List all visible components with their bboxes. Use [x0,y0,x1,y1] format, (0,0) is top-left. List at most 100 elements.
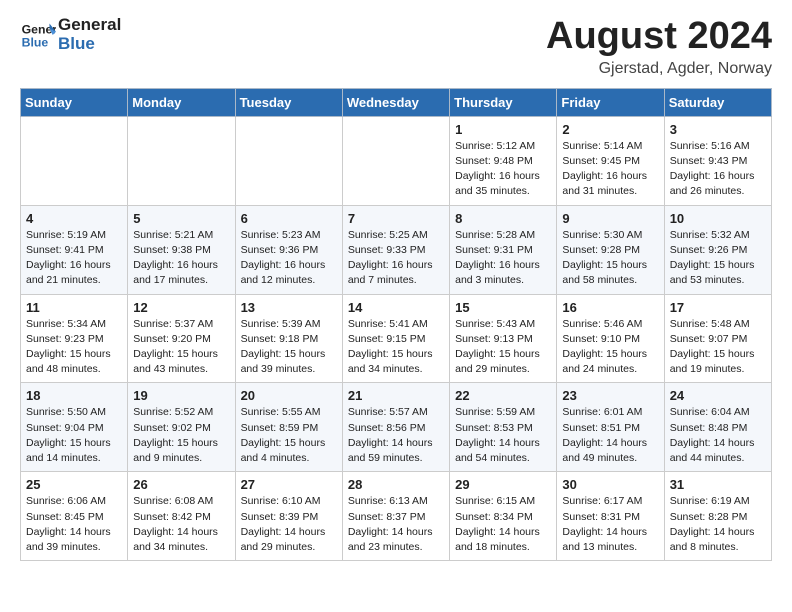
calendar-cell: 1 Sunrise: 5:12 AM Sunset: 9:48 PM Daylig… [450,116,557,205]
calendar-cell: 10Sunrise: 5:32 AM Sunset: 9:26 PM Dayli… [664,205,771,294]
day-info: Sunrise: 5:52 AM Sunset: 9:02 PM Dayligh… [133,405,229,466]
day-info: Sunrise: 5:28 AM Sunset: 9:31 PM Dayligh… [455,228,551,289]
day-number: 9 [562,211,658,226]
day-number: 15 [455,300,551,315]
day-number: 1 [455,122,551,137]
calendar-week-4: 18 Sunrise: 5:50 AM Sunset: 9:04 PM Dayli… [21,383,772,472]
day-number: 23 [562,388,658,403]
logo-icon: General Blue [20,17,56,53]
calendar-cell [128,116,235,205]
day-info: Sunrise: 6:17 AM Sunset: 8:31 PM Dayligh… [562,494,658,555]
day-number: 4 [26,211,122,226]
day-info: Sunrise: 5:55 AM Sunset: 8:59 PM Dayligh… [241,405,337,466]
weekday-header-thursday: Thursday [450,88,557,116]
day-number: 7 [348,211,444,226]
calendar-cell: 14 Sunrise: 5:41 AM Sunset: 9:15 PM Dayli… [342,294,449,383]
calendar-table: SundayMondayTuesdayWednesdayThursdayFrid… [20,88,772,561]
calendar-cell: 29 Sunrise: 6:15 AM Sunset: 8:34 PM Dayli… [450,472,557,561]
calendar-cell: 12Sunrise: 5:37 AM Sunset: 9:20 PM Dayli… [128,294,235,383]
day-info: Sunrise: 5:25 AM Sunset: 9:33 PM Dayligh… [348,228,444,289]
calendar-week-1: 1 Sunrise: 5:12 AM Sunset: 9:48 PM Daylig… [21,116,772,205]
calendar-cell: 9 Sunrise: 5:30 AM Sunset: 9:28 PM Daylig… [557,205,664,294]
title-block: August 2024 Gjerstad, Agder, Norway [546,16,772,78]
day-number: 5 [133,211,229,226]
calendar-cell: 30Sunrise: 6:17 AM Sunset: 8:31 PM Dayli… [557,472,664,561]
day-number: 19 [133,388,229,403]
day-info: Sunrise: 5:43 AM Sunset: 9:13 PM Dayligh… [455,317,551,378]
subtitle: Gjerstad, Agder, Norway [546,60,772,78]
main-title: August 2024 [546,16,772,58]
day-number: 14 [348,300,444,315]
calendar-cell: 28 Sunrise: 6:13 AM Sunset: 8:37 PM Dayli… [342,472,449,561]
day-number: 13 [241,300,337,315]
calendar-cell: 26Sunrise: 6:08 AM Sunset: 8:42 PM Dayli… [128,472,235,561]
day-info: Sunrise: 5:50 AM Sunset: 9:04 PM Dayligh… [26,405,122,466]
day-info: Sunrise: 6:10 AM Sunset: 8:39 PM Dayligh… [241,494,337,555]
day-info: Sunrise: 5:48 AM Sunset: 9:07 PM Dayligh… [670,317,766,378]
calendar-cell: 6 Sunrise: 5:23 AM Sunset: 9:36 PM Daylig… [235,205,342,294]
calendar-cell: 21Sunrise: 5:57 AM Sunset: 8:56 PM Dayli… [342,383,449,472]
day-info: Sunrise: 6:06 AM Sunset: 8:45 PM Dayligh… [26,494,122,555]
day-info: Sunrise: 6:13 AM Sunset: 8:37 PM Dayligh… [348,494,444,555]
calendar-cell: 11Sunrise: 5:34 AM Sunset: 9:23 PM Dayli… [21,294,128,383]
day-number: 25 [26,477,122,492]
calendar-cell: 25 Sunrise: 6:06 AM Sunset: 8:45 PM Dayli… [21,472,128,561]
day-number: 24 [670,388,766,403]
calendar-cell: 27 Sunrise: 6:10 AM Sunset: 8:39 PM Dayli… [235,472,342,561]
day-number: 18 [26,388,122,403]
calendar-cell: 4 Sunrise: 5:19 AM Sunset: 9:41 PM Daylig… [21,205,128,294]
day-info: Sunrise: 5:14 AM Sunset: 9:45 PM Dayligh… [562,139,658,200]
calendar-cell [342,116,449,205]
day-info: Sunrise: 5:59 AM Sunset: 8:53 PM Dayligh… [455,405,551,466]
day-info: Sunrise: 6:08 AM Sunset: 8:42 PM Dayligh… [133,494,229,555]
calendar-cell: 13 Sunrise: 5:39 AM Sunset: 9:18 PM Dayli… [235,294,342,383]
weekday-header-saturday: Saturday [664,88,771,116]
logo-line1: General [58,16,121,35]
day-number: 11 [26,300,122,315]
day-info: Sunrise: 5:16 AM Sunset: 9:43 PM Dayligh… [670,139,766,200]
day-info: Sunrise: 5:23 AM Sunset: 9:36 PM Dayligh… [241,228,337,289]
day-number: 27 [241,477,337,492]
calendar-cell: 18 Sunrise: 5:50 AM Sunset: 9:04 PM Dayli… [21,383,128,472]
day-info: Sunrise: 5:39 AM Sunset: 9:18 PM Dayligh… [241,317,337,378]
calendar-cell: 7 Sunrise: 5:25 AM Sunset: 9:33 PM Daylig… [342,205,449,294]
day-info: Sunrise: 6:01 AM Sunset: 8:51 PM Dayligh… [562,405,658,466]
day-info: Sunrise: 5:41 AM Sunset: 9:15 PM Dayligh… [348,317,444,378]
calendar-cell: 19 Sunrise: 5:52 AM Sunset: 9:02 PM Dayli… [128,383,235,472]
day-number: 28 [348,477,444,492]
weekday-header-wednesday: Wednesday [342,88,449,116]
day-info: Sunrise: 5:12 AM Sunset: 9:48 PM Dayligh… [455,139,551,200]
weekday-header-monday: Monday [128,88,235,116]
day-info: Sunrise: 5:57 AM Sunset: 8:56 PM Dayligh… [348,405,444,466]
day-number: 20 [241,388,337,403]
calendar-cell: 31Sunrise: 6:19 AM Sunset: 8:28 PM Dayli… [664,472,771,561]
page: General Blue General Blue August 2024 Gj… [0,0,792,577]
calendar-cell: 16 Sunrise: 5:46 AM Sunset: 9:10 PM Dayli… [557,294,664,383]
day-number: 6 [241,211,337,226]
day-info: Sunrise: 5:37 AM Sunset: 9:20 PM Dayligh… [133,317,229,378]
calendar-cell: 17 Sunrise: 5:48 AM Sunset: 9:07 PM Dayli… [664,294,771,383]
day-info: Sunrise: 5:30 AM Sunset: 9:28 PM Dayligh… [562,228,658,289]
day-info: Sunrise: 5:32 AM Sunset: 9:26 PM Dayligh… [670,228,766,289]
day-info: Sunrise: 5:19 AM Sunset: 9:41 PM Dayligh… [26,228,122,289]
calendar-cell: 20 Sunrise: 5:55 AM Sunset: 8:59 PM Dayli… [235,383,342,472]
day-number: 29 [455,477,551,492]
day-info: Sunrise: 6:15 AM Sunset: 8:34 PM Dayligh… [455,494,551,555]
calendar-cell: 2 Sunrise: 5:14 AM Sunset: 9:45 PM Daylig… [557,116,664,205]
day-number: 17 [670,300,766,315]
weekday-header-friday: Friday [557,88,664,116]
calendar-week-2: 4 Sunrise: 5:19 AM Sunset: 9:41 PM Daylig… [21,205,772,294]
weekday-header-tuesday: Tuesday [235,88,342,116]
calendar-cell: 8Sunrise: 5:28 AM Sunset: 9:31 PM Daylig… [450,205,557,294]
day-info: Sunrise: 5:46 AM Sunset: 9:10 PM Dayligh… [562,317,658,378]
day-number: 22 [455,388,551,403]
day-info: Sunrise: 6:04 AM Sunset: 8:48 PM Dayligh… [670,405,766,466]
calendar-cell [21,116,128,205]
day-number: 2 [562,122,658,137]
calendar-week-5: 25 Sunrise: 6:06 AM Sunset: 8:45 PM Dayli… [21,472,772,561]
logo: General Blue General Blue [20,16,121,53]
calendar-cell: 15 Sunrise: 5:43 AM Sunset: 9:13 PM Dayli… [450,294,557,383]
calendar-header-row: SundayMondayTuesdayWednesdayThursdayFrid… [21,88,772,116]
day-number: 16 [562,300,658,315]
svg-text:Blue: Blue [22,35,49,49]
